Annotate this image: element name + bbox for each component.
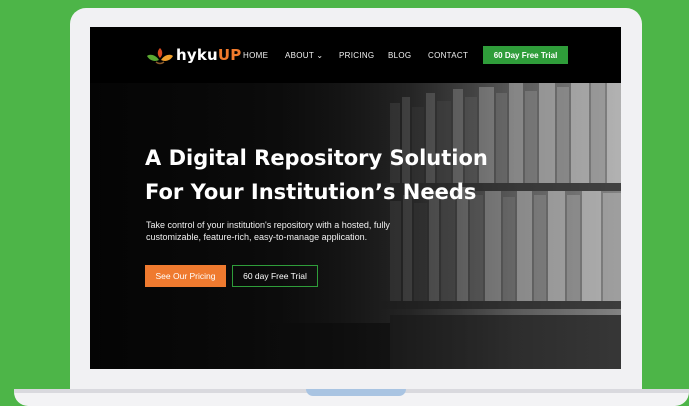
leaf-logo-icon	[147, 48, 173, 65]
top-navigation: hykuUP HOME ABOUT ⌄ PRICING BLOG CONTACT…	[90, 27, 621, 83]
hykuup-logo[interactable]: hykuUP	[146, 44, 242, 66]
nav-home[interactable]: HOME	[243, 51, 268, 60]
hero-heading-line-2: For Your Institution’s Needs	[145, 180, 477, 204]
hero-heading: A Digital Repository Solution For Your I…	[145, 141, 525, 209]
logo-wordmark: hykuUP	[176, 46, 242, 64]
laptop-base	[14, 389, 689, 406]
hero-subtitle: Take control of your institution's repos…	[146, 220, 390, 242]
hero-heading-line-1: A Digital Repository Solution	[145, 146, 488, 170]
nav-about[interactable]: ABOUT ⌄	[285, 51, 323, 60]
see-pricing-button[interactable]: See Our Pricing	[145, 265, 226, 287]
nav-contact[interactable]: CONTACT	[428, 51, 468, 60]
free-trial-hero-button[interactable]: 60 day Free Trial	[232, 265, 318, 287]
website-screen: hykuUP HOME ABOUT ⌄ PRICING BLOG CONTACT…	[90, 27, 621, 369]
nav-blog[interactable]: BLOG	[388, 51, 411, 60]
laptop-notch	[306, 389, 406, 396]
free-trial-nav-button[interactable]: 60 Day Free Trial	[483, 46, 568, 64]
nav-pricing[interactable]: PRICING	[339, 51, 374, 60]
